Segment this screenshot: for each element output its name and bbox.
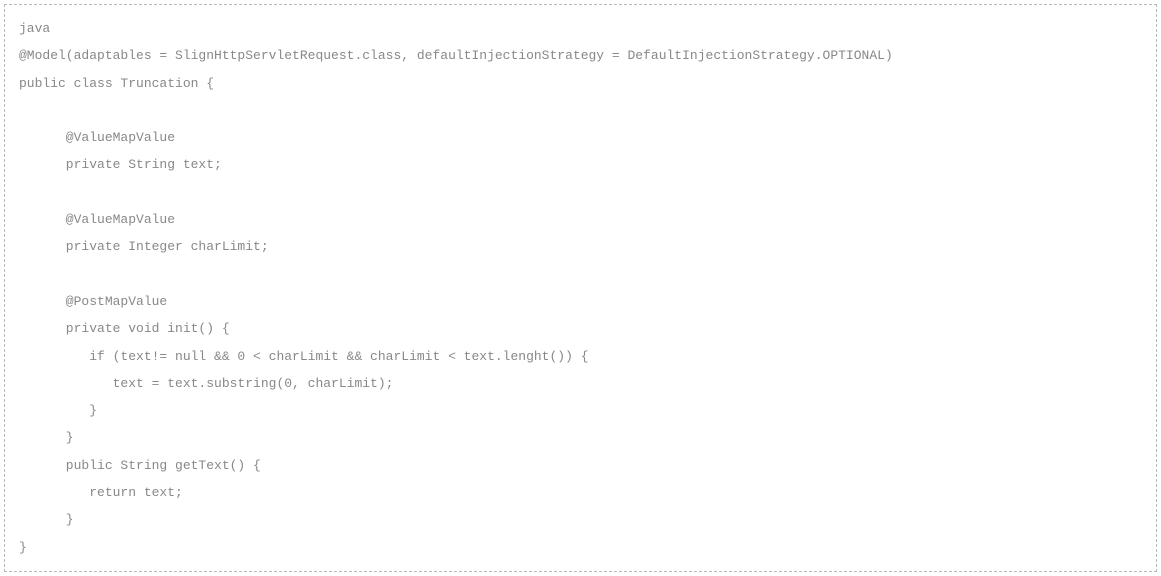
code-text: java @Model(adaptables = SlignHttpServle… (19, 21, 893, 555)
code-block: java @Model(adaptables = SlignHttpServle… (4, 4, 1157, 572)
code-content: java @Model(adaptables = SlignHttpServle… (19, 15, 1142, 561)
